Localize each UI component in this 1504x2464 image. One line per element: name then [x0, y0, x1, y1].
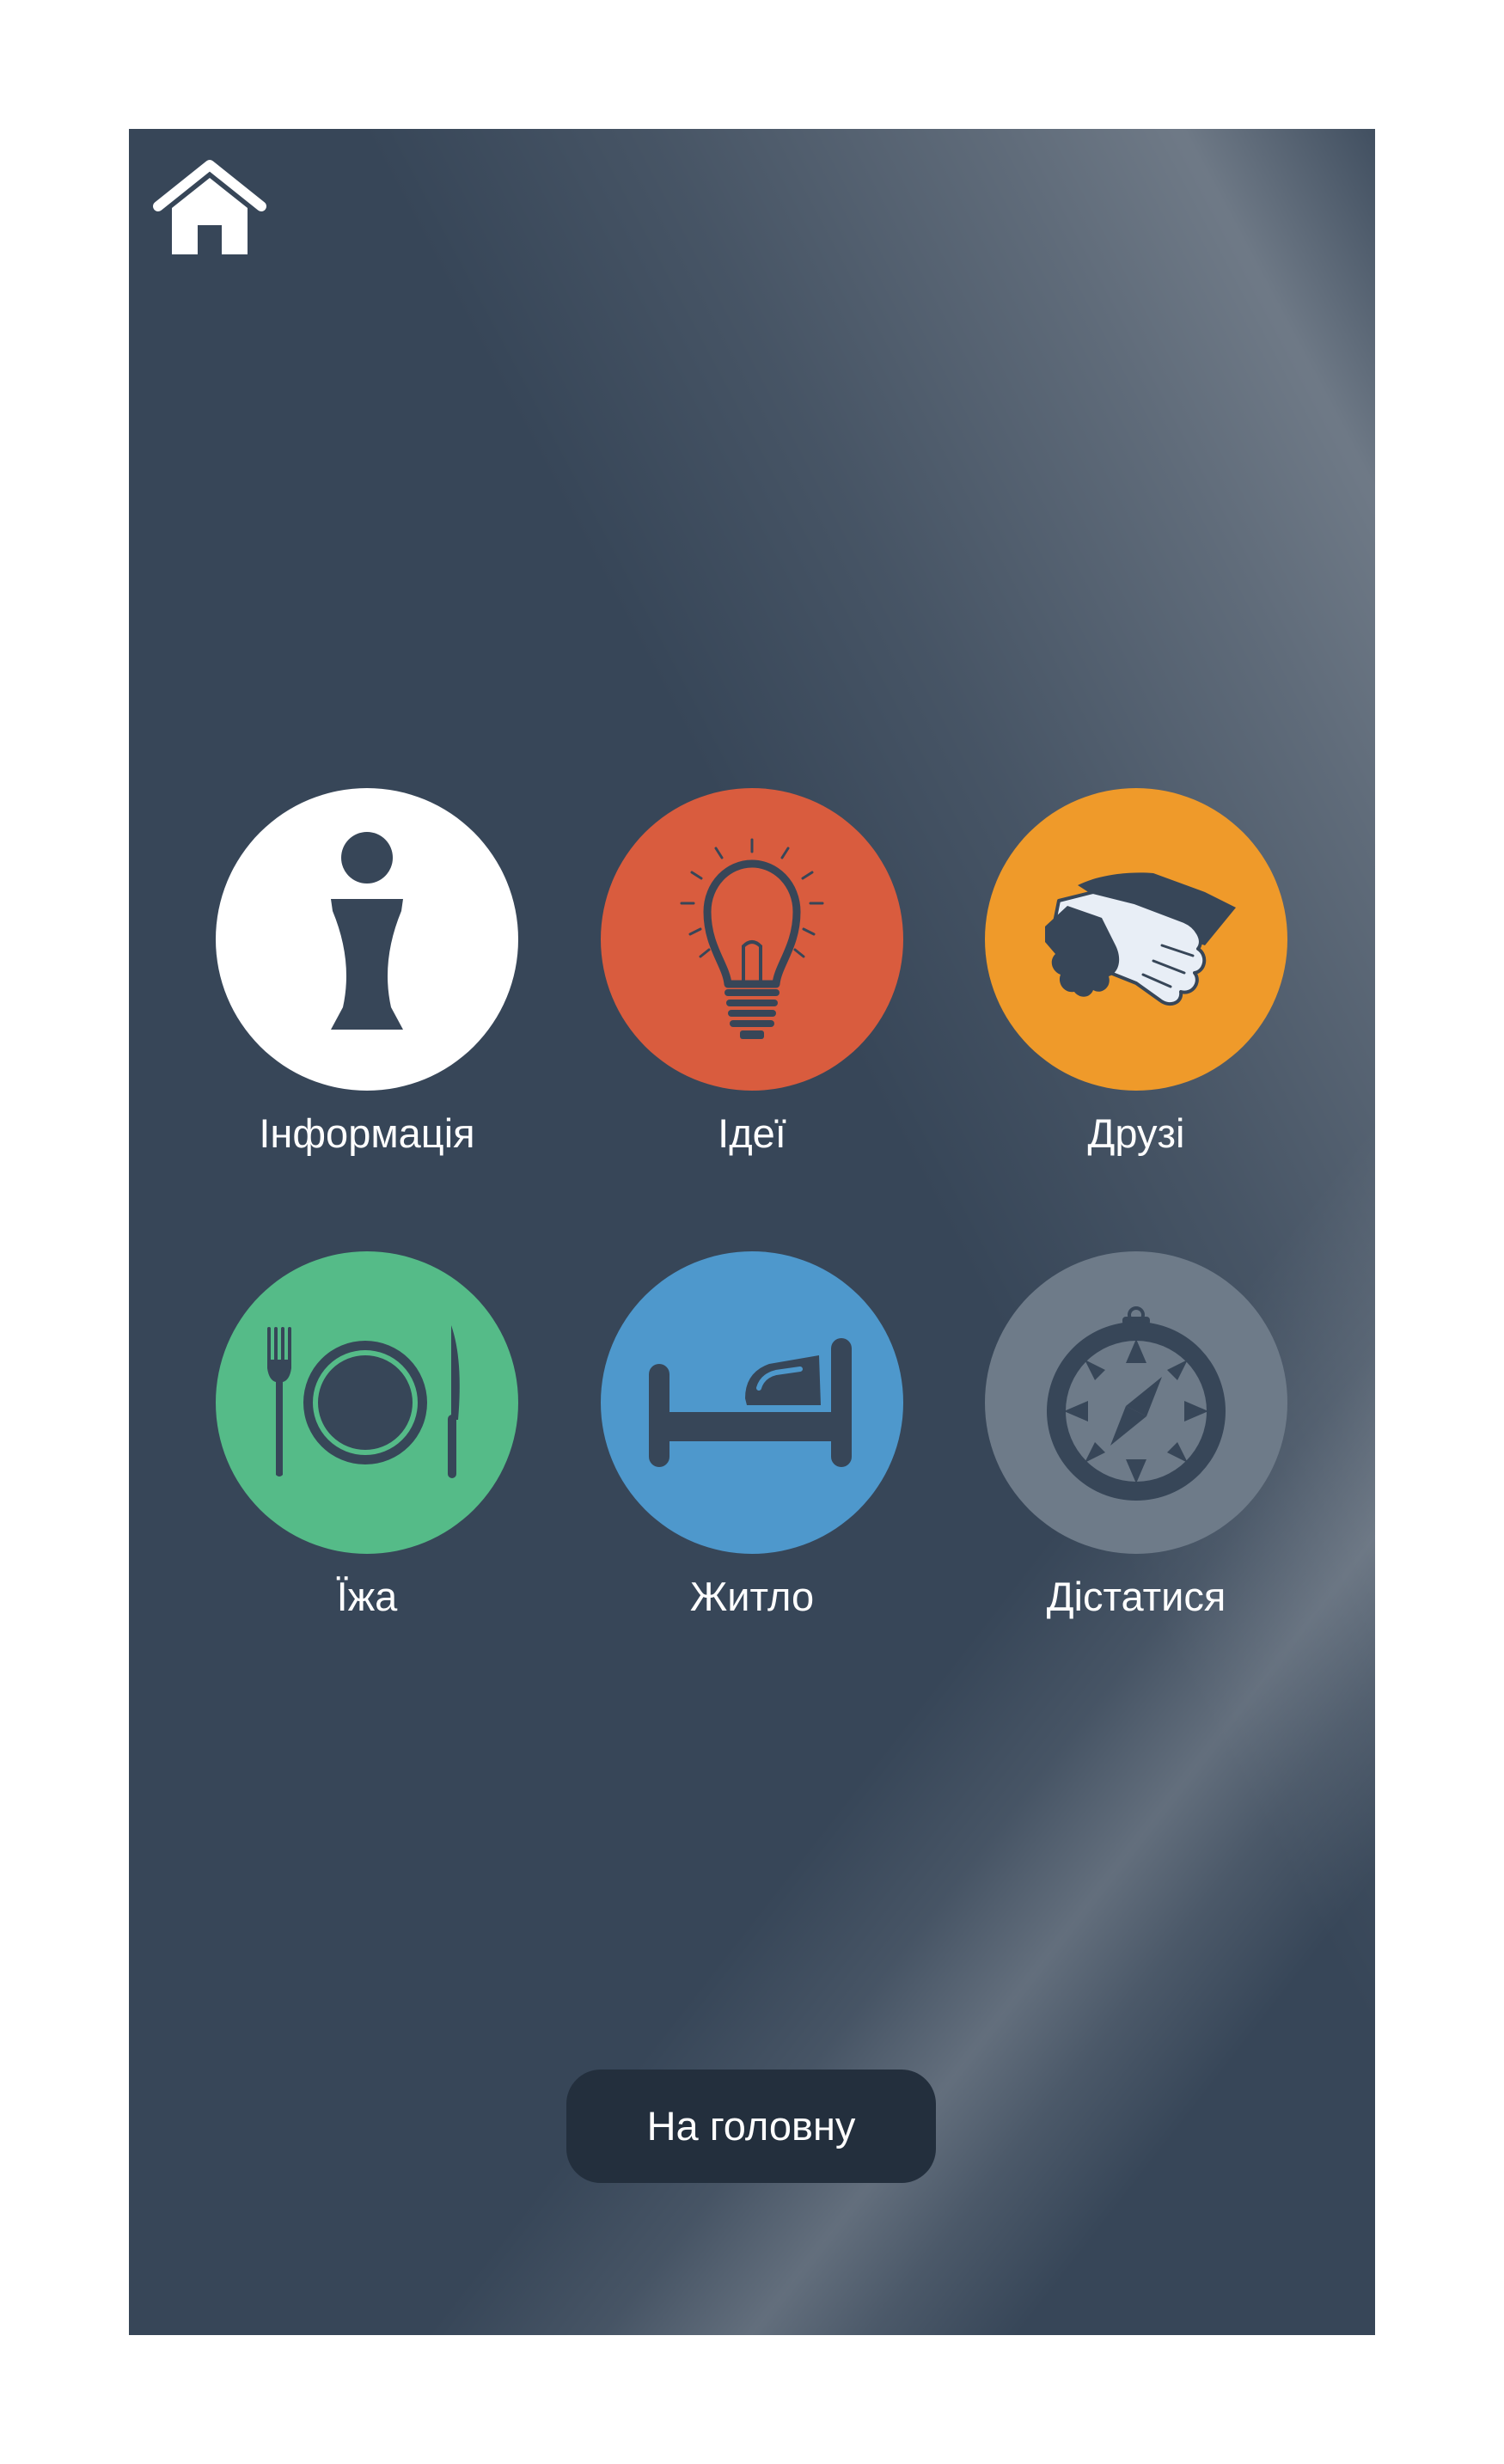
- tile-circle: [216, 1251, 518, 1554]
- app-screen: Інформація Ідеї Друзі Їжа Житло Дістатис…: [129, 129, 1375, 2335]
- home-button[interactable]: [150, 153, 270, 265]
- lightbulb-icon: [680, 838, 824, 1039]
- plate-cutlery-icon: [267, 1325, 460, 1478]
- tile-circle: [601, 788, 903, 1091]
- compass-icon: [1047, 1306, 1226, 1501]
- tile-food[interactable]: Їжа: [216, 1251, 518, 1621]
- tile-label: Житло: [689, 1574, 815, 1619]
- tile-housing[interactable]: Житло: [601, 1251, 903, 1621]
- to-main-button[interactable]: На головну: [566, 2070, 936, 2183]
- tile-circle: [216, 788, 518, 1091]
- tile-information[interactable]: Інформація: [216, 788, 518, 1158]
- tile-label: Інформація: [259, 1110, 475, 1156]
- tile-circle: [985, 788, 1287, 1091]
- tile-ideas[interactable]: Ідеї: [601, 788, 903, 1158]
- tile-friends[interactable]: Друзі: [985, 788, 1287, 1158]
- info-icon: [331, 832, 403, 1030]
- handshake-icon: [1045, 872, 1236, 1006]
- tile-circle: [985, 1251, 1287, 1554]
- tile-label: Друзі: [1087, 1110, 1185, 1156]
- bed-icon: [649, 1338, 852, 1467]
- tile-label: Дістатися: [1046, 1574, 1226, 1619]
- tile-circle: [601, 1251, 903, 1554]
- tile-get-there[interactable]: Дістатися: [985, 1251, 1287, 1621]
- tile-label: Їжа: [336, 1574, 398, 1619]
- tile-label: Ідеї: [718, 1110, 786, 1156]
- home-icon: [153, 160, 266, 254]
